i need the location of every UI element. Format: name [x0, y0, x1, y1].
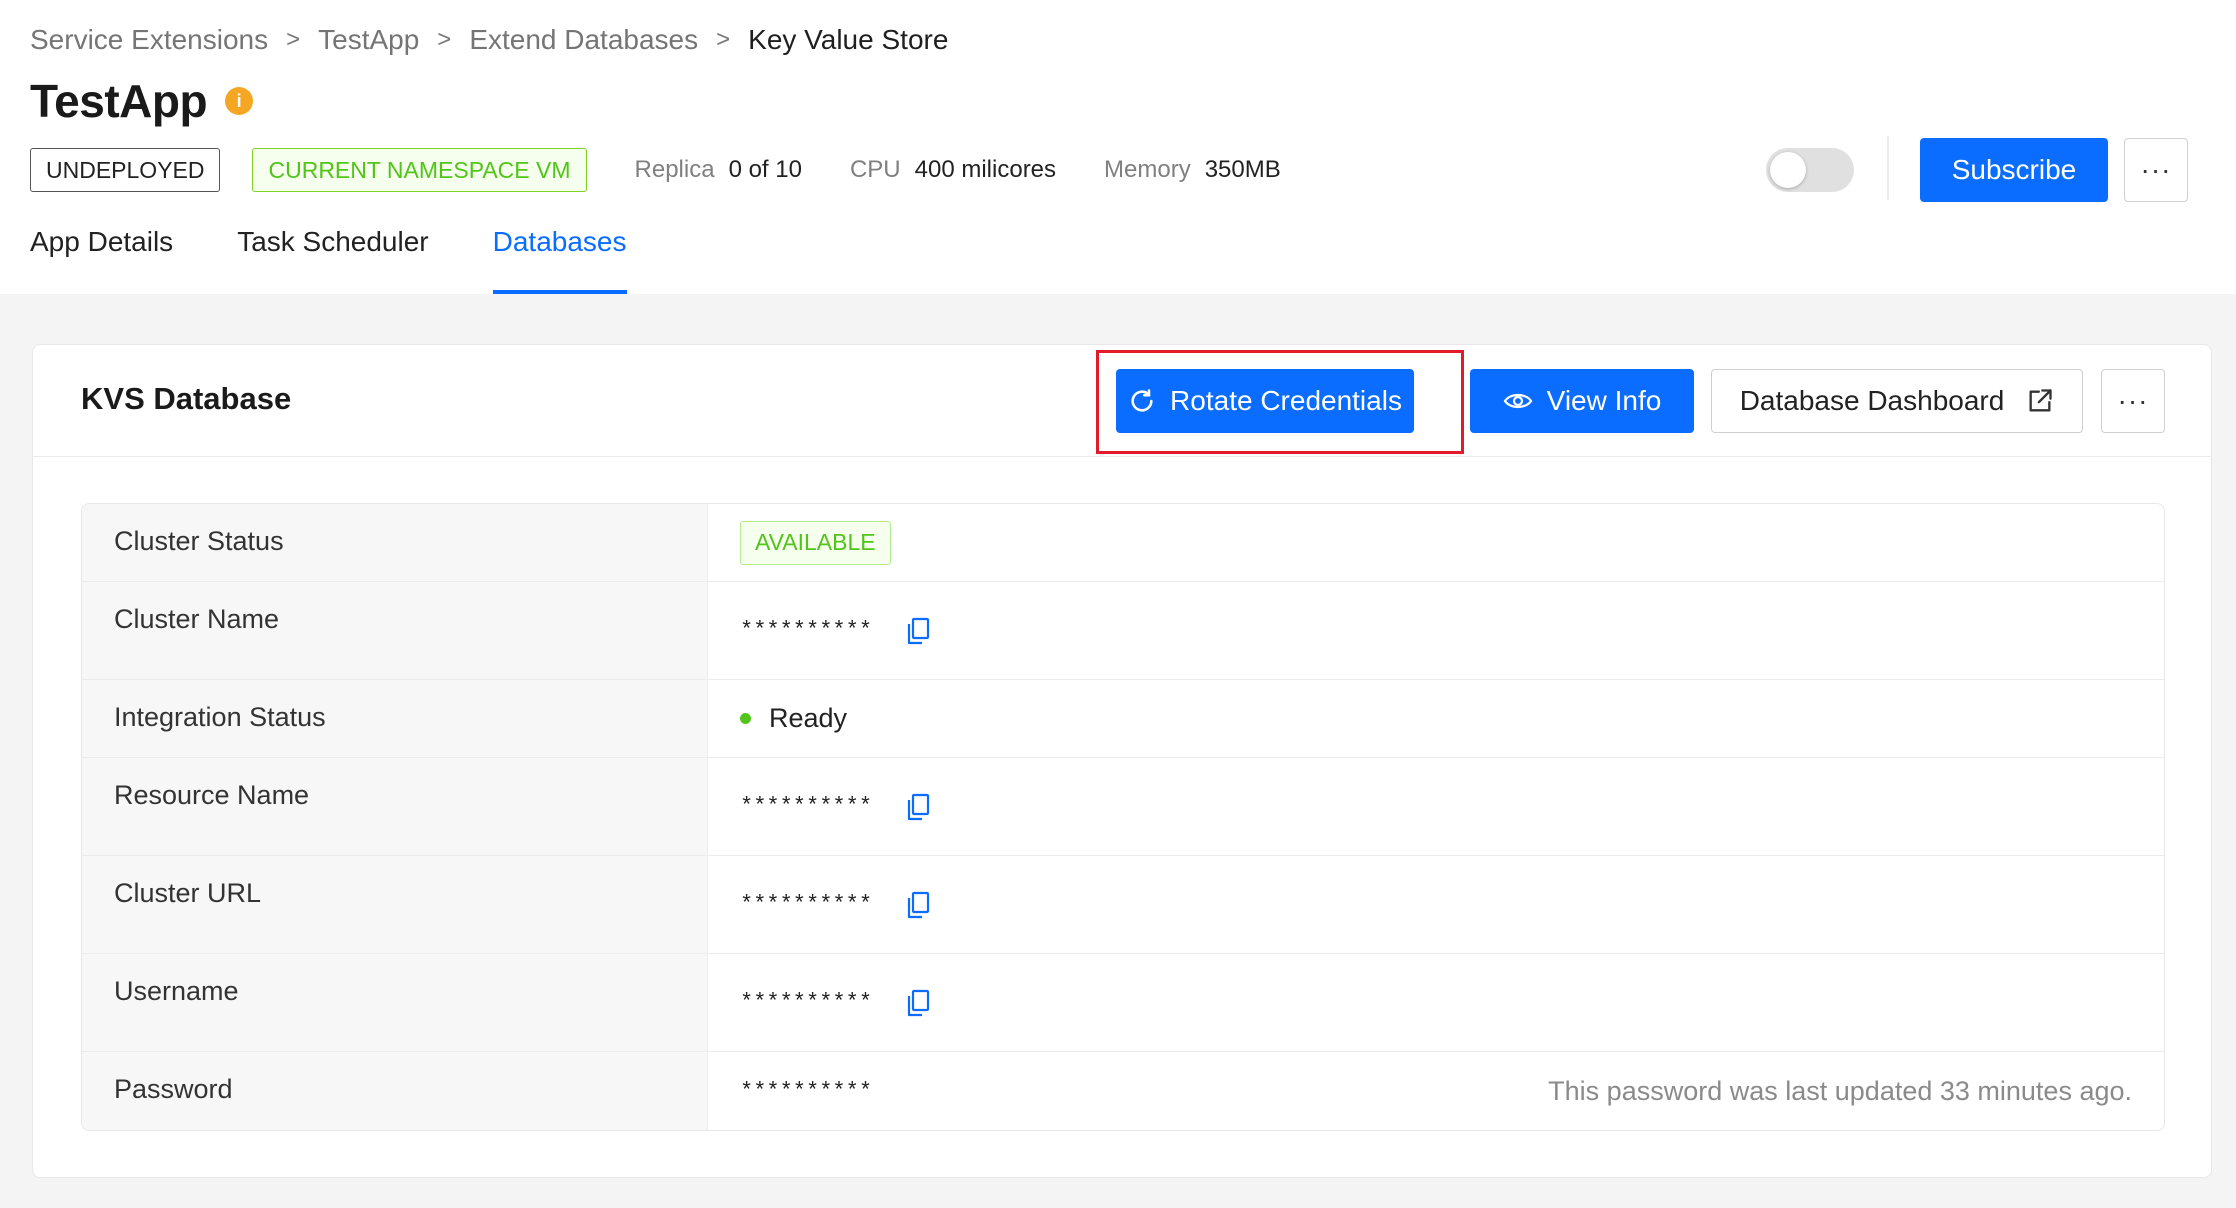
refresh-icon: [1128, 387, 1156, 415]
username-value: **********: [708, 954, 2164, 1051]
memory-info: Memory 350MB: [1104, 156, 1281, 184]
cpu-info: CPU 400 milicores: [850, 156, 1056, 184]
deployment-status-tag: UNDEPLOYED: [30, 148, 221, 192]
replica-label: Replica: [634, 156, 715, 183]
page-title: TestApp: [30, 75, 208, 127]
title-row: TestApp i: [30, 74, 254, 128]
more-icon[interactable]: ···: [2101, 369, 2165, 433]
masked-value: **********: [740, 1078, 873, 1104]
breadcrumb-current: Key Value Store: [748, 24, 949, 55]
breadcrumb-separator: >: [716, 26, 731, 53]
view-info-button[interactable]: View Info: [1470, 369, 1694, 433]
username-label: Username: [82, 954, 708, 1051]
password-label: Password: [82, 1052, 708, 1130]
tab-app-details[interactable]: App Details: [30, 226, 173, 294]
masked-value: **********: [740, 794, 873, 819]
masked-value: **********: [740, 892, 873, 917]
database-dashboard-label: Database Dashboard: [1739, 385, 2005, 416]
cluster-status-value: AVAILABLE: [708, 504, 2164, 581]
memory-label: Memory: [1104, 156, 1191, 183]
database-dashboard-button[interactable]: Database Dashboard: [1711, 369, 2083, 433]
rotate-credentials-button[interactable]: Rotate Credentials: [1116, 369, 1414, 433]
external-link-icon: [2026, 387, 2054, 415]
database-details-table: Cluster Status AVAILABLE Cluster Name **…: [81, 503, 2165, 1131]
cluster-status-label: Cluster Status: [82, 504, 708, 581]
cluster-url-label: Cluster URL: [82, 856, 708, 953]
card-header: KVS Database Rotate Credentials View Inf…: [33, 345, 2211, 457]
cluster-name-value: **********: [708, 582, 2164, 679]
breadcrumb-service-extensions[interactable]: Service Extensions: [30, 24, 268, 56]
copy-icon[interactable]: [906, 793, 930, 821]
masked-value: **********: [740, 618, 873, 643]
memory-value: 350MB: [1204, 156, 1281, 183]
table-row: Resource Name **********: [82, 758, 2164, 856]
table-row: Username **********: [82, 954, 2164, 1052]
view-info-label: View Info: [1546, 385, 1662, 416]
table-row: Cluster Status AVAILABLE: [82, 504, 2164, 582]
subscribe-button[interactable]: Subscribe: [1920, 138, 2108, 202]
table-row: Cluster URL **********: [82, 856, 2164, 954]
replica-value: 0 of 10: [728, 156, 802, 183]
replica-info: Replica 0 of 10: [635, 156, 802, 184]
cpu-value: 400 milicores: [914, 156, 1057, 183]
tab-bar: App Details Task Scheduler Databases: [30, 226, 691, 294]
cluster-name-label: Cluster Name: [82, 582, 708, 679]
table-row: Integration Status Ready: [82, 680, 2164, 758]
info-icon[interactable]: i: [225, 87, 254, 115]
copy-icon[interactable]: [906, 617, 930, 645]
resource-name-value: **********: [708, 758, 2164, 855]
cluster-url-value: **********: [708, 856, 2164, 953]
breadcrumb-testapp[interactable]: TestApp: [318, 24, 419, 56]
status-badge: AVAILABLE: [740, 520, 891, 565]
resource-name-label: Resource Name: [82, 758, 708, 855]
divider: [1887, 136, 1889, 200]
toggle-knob: [1770, 152, 1806, 188]
table-row: Cluster Name **********: [82, 582, 2164, 680]
masked-value: **********: [740, 990, 873, 1015]
more-icon[interactable]: ···: [2124, 138, 2188, 202]
rotate-credentials-label: Rotate Credentials: [1170, 385, 1402, 416]
copy-icon[interactable]: [906, 989, 930, 1017]
breadcrumb-extend-databases[interactable]: Extend Databases: [469, 24, 698, 56]
deploy-toggle[interactable]: [1766, 148, 1854, 192]
status-row: UNDEPLOYED CURRENT NAMESPACE VM Replica …: [30, 148, 1281, 192]
tab-task-scheduler[interactable]: Task Scheduler: [237, 226, 428, 294]
ready-dot-icon: [740, 713, 751, 724]
breadcrumb-separator: >: [437, 26, 452, 53]
breadcrumb-separator: >: [286, 26, 301, 53]
eye-icon: [1503, 389, 1533, 413]
integration-status-label: Integration Status: [82, 680, 708, 757]
integration-status-text: Ready: [769, 703, 848, 733]
kvs-database-card: KVS Database Rotate Credentials View Inf…: [32, 344, 2212, 1178]
card-title: KVS Database: [81, 381, 292, 416]
password-updated-note: This password was last updated 33 minute…: [1548, 1075, 2132, 1106]
page-header: Service Extensions > TestApp > Extend Da…: [0, 0, 2236, 294]
tab-databases[interactable]: Databases: [492, 226, 627, 294]
copy-icon[interactable]: [906, 891, 930, 919]
table-row: Password ********** This password was la…: [82, 1052, 2164, 1130]
cpu-label: CPU: [849, 156, 901, 183]
namespace-tag: CURRENT NAMESPACE VM: [252, 148, 587, 192]
password-value: ********** This password was last update…: [708, 1052, 2164, 1130]
breadcrumb: Service Extensions > TestApp > Extend Da…: [30, 24, 948, 56]
integration-status-value: Ready: [708, 680, 2164, 757]
